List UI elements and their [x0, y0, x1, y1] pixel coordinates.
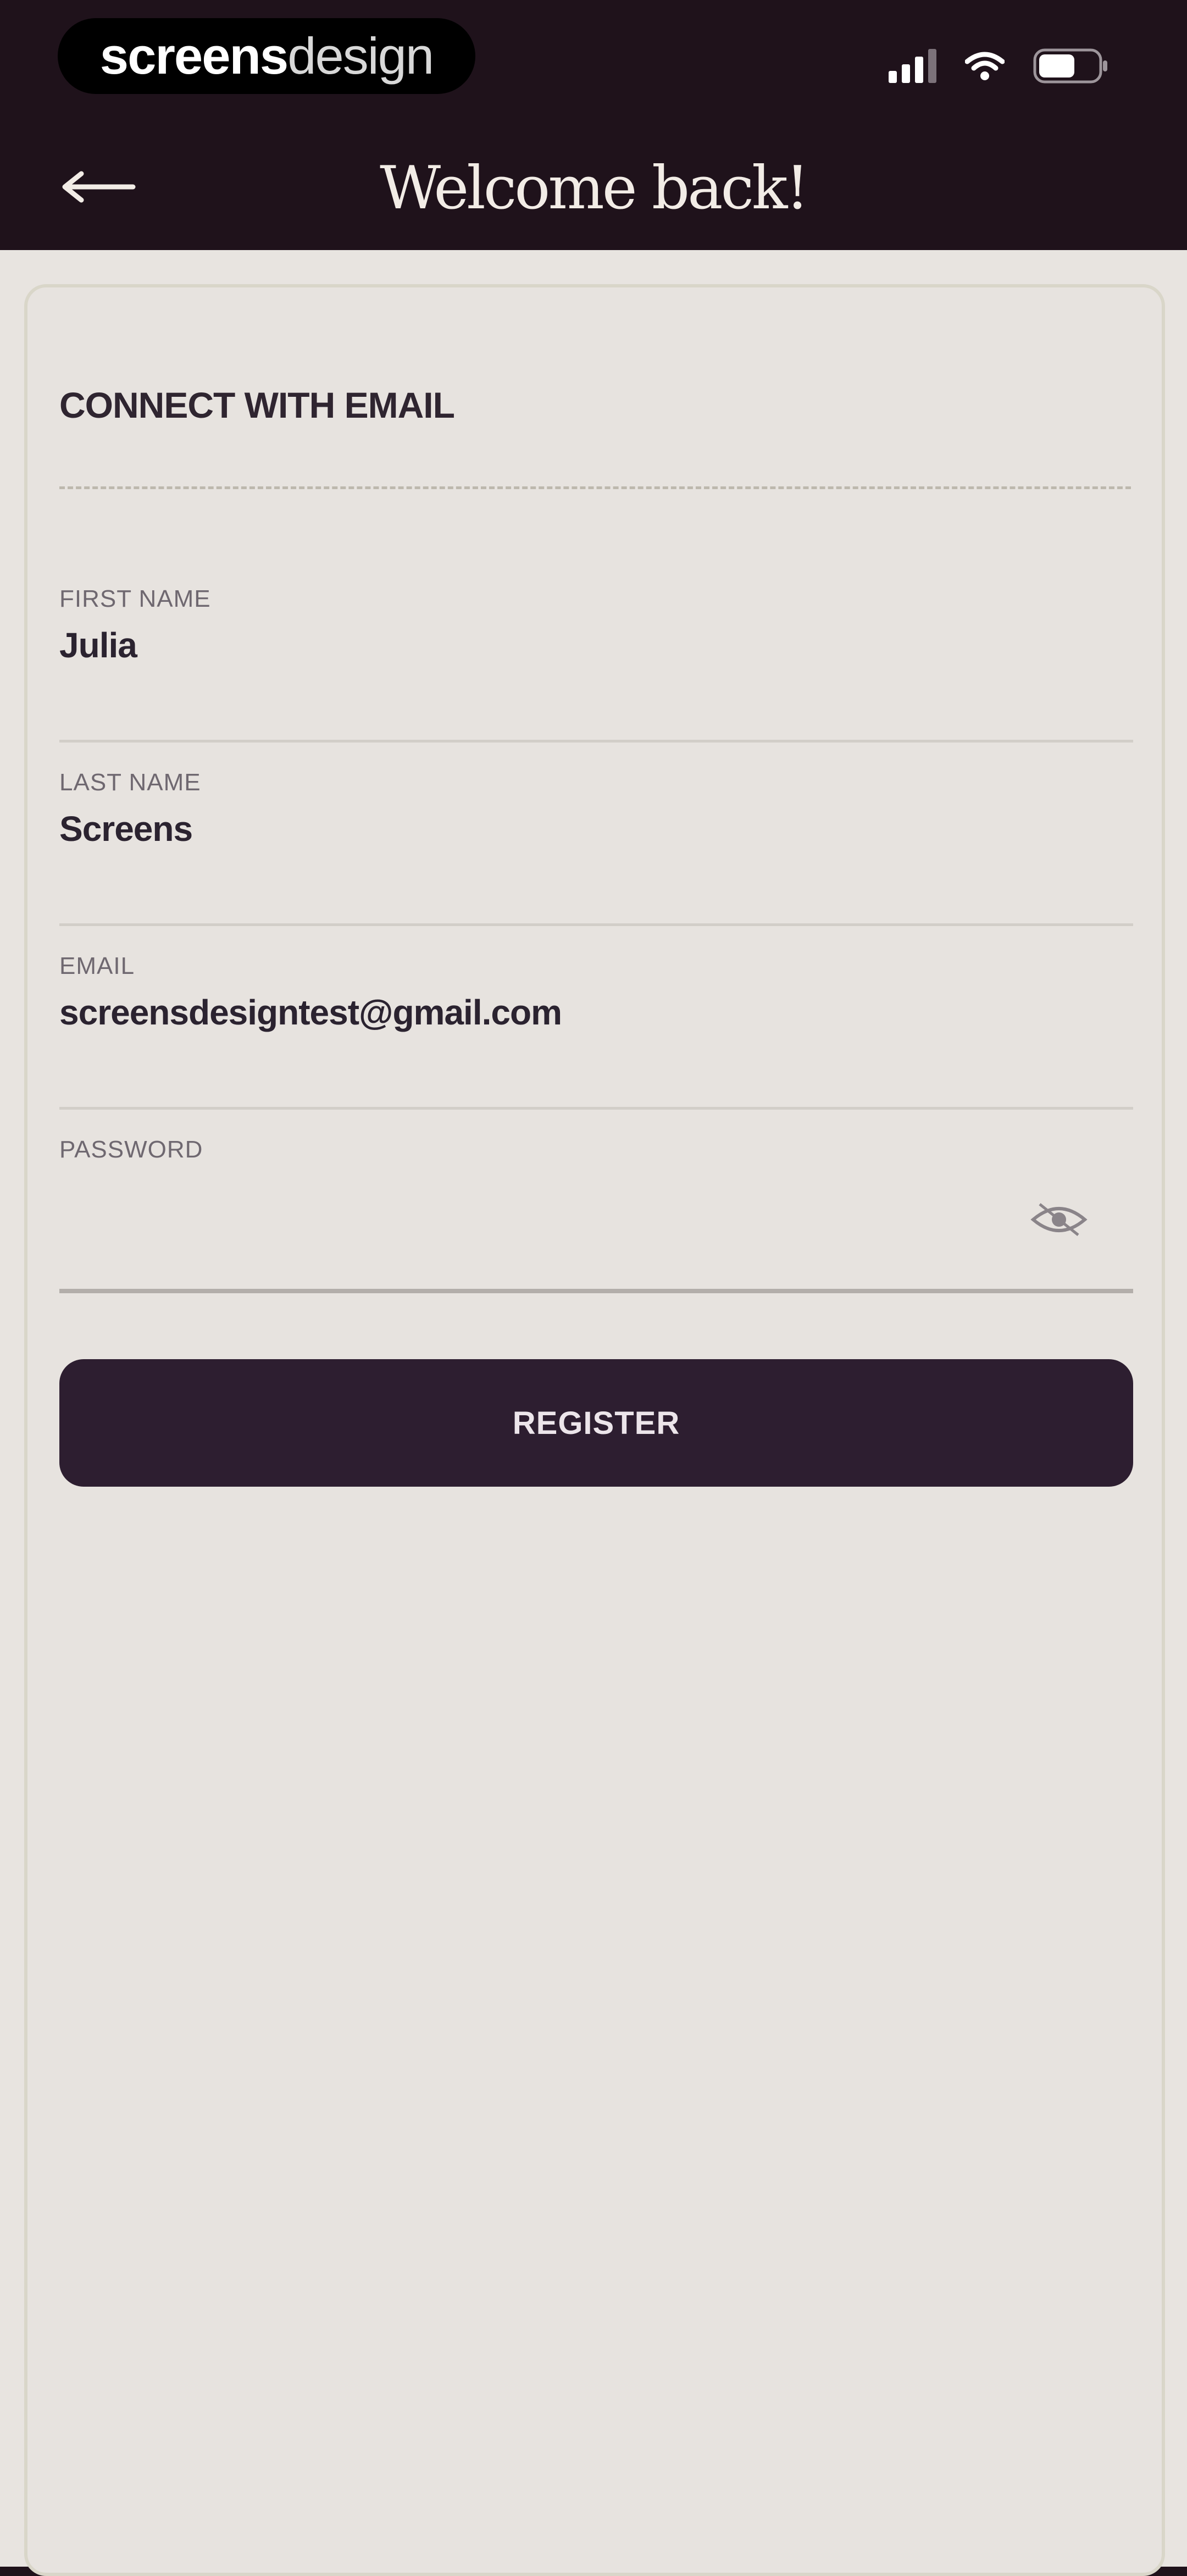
password-label: PASSWORD: [59, 1136, 203, 1163]
nav-bar: Welcome back!: [0, 126, 1187, 250]
back-arrow-icon[interactable]: [55, 170, 137, 203]
register-button[interactable]: REGISTER: [59, 1359, 1133, 1487]
first-name-field[interactable]: FIRST NAME Julia: [59, 559, 1133, 743]
register-card: CONNECT WITH EMAIL FIRST NAME Julia LAST…: [24, 284, 1165, 2576]
first-name-label: FIRST NAME: [59, 585, 211, 612]
last-name-input[interactable]: Screens: [59, 808, 193, 849]
battery-icon: [1033, 48, 1110, 84]
last-name-label: LAST NAME: [59, 769, 201, 796]
email-field[interactable]: EMAIL screensdesigntest@gmail.com: [59, 926, 1133, 1110]
page-title: Welcome back!: [380, 154, 809, 223]
signal-icon: [889, 49, 936, 83]
last-name-field[interactable]: LAST NAME Screens: [59, 743, 1133, 926]
brand-logo-light: design: [287, 27, 434, 85]
email-input[interactable]: screensdesigntest@gmail.com: [59, 992, 562, 1033]
brand-logo: screens design: [58, 18, 475, 94]
status-icons: [889, 48, 1110, 84]
status-bar: screens design: [0, 0, 1187, 126]
wifi-icon: [965, 51, 1005, 81]
content-area: CONNECT WITH EMAIL FIRST NAME Julia LAST…: [0, 250, 1187, 2576]
dashed-divider: [59, 486, 1131, 489]
email-label: EMAIL: [59, 952, 135, 979]
first-name-input[interactable]: Julia: [59, 625, 137, 666]
eye-icon[interactable]: [1029, 1198, 1089, 1242]
section-title: CONNECT WITH EMAIL: [59, 385, 455, 425]
brand-logo-bold: screens: [99, 27, 289, 85]
password-field[interactable]: PASSWORD: [59, 1110, 1133, 1293]
